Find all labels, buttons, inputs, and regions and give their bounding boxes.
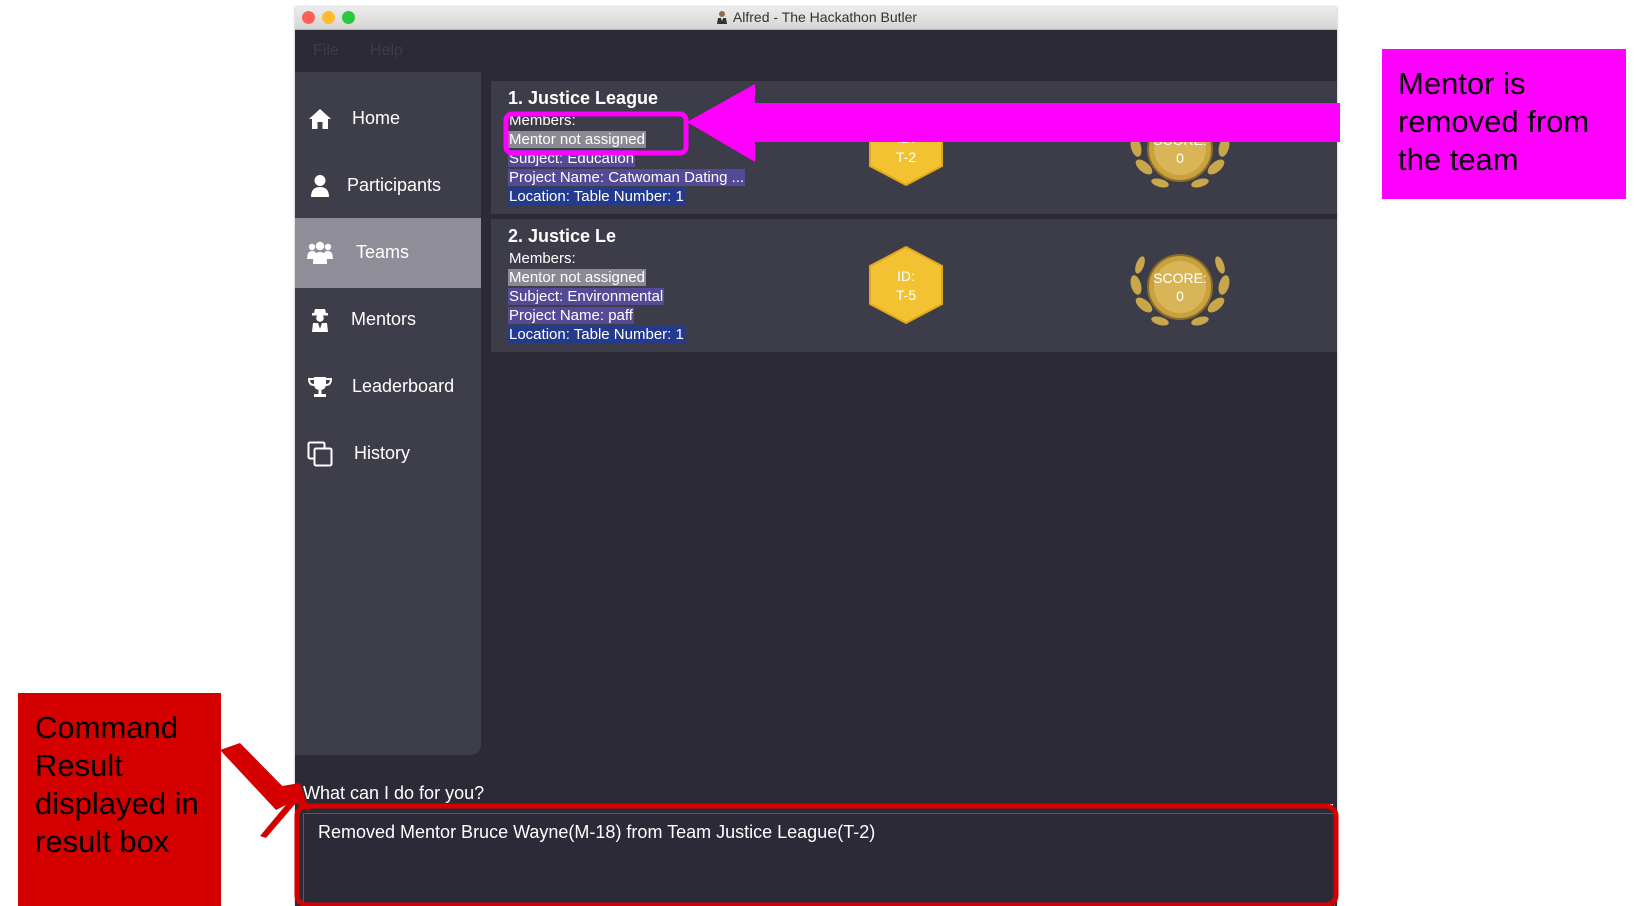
history-icon: [307, 441, 333, 467]
red-arrow-shaft: [220, 743, 296, 810]
menu-bar: File Help: [295, 30, 1337, 72]
sidebar-item-label: Leaderboard: [352, 376, 455, 396]
team-id-label: ID:: [897, 130, 915, 146]
team-name: 2. Justice Le: [508, 226, 617, 246]
mentor-icon: [312, 309, 328, 332]
score-label: SCORE:: [1153, 270, 1207, 286]
team-location: Location: Table Number: 1: [508, 326, 685, 343]
menu-help[interactable]: Help: [370, 42, 403, 60]
mentor-removed-callout: Mentor is removed from the team: [1382, 49, 1626, 199]
app-window: Alfred - The Hackathon Butler File Help …: [295, 7, 1337, 906]
sidebar-item-teams[interactable]: Teams: [295, 218, 481, 288]
result-text: Removed Mentor Bruce Wayne(M-18) from Te…: [318, 822, 876, 842]
team-id-badge: ID: T-2: [869, 107, 943, 187]
sidebar-item-label: Participants: [347, 175, 442, 195]
mentor-removed-callout-text: Mentor is removed from the team: [1398, 66, 1590, 177]
window-title: Alfred - The Hackathon Butler: [295, 9, 1337, 25]
team-id-value: T-2: [896, 149, 916, 165]
team-mentor: Mentor not assigned: [508, 131, 646, 148]
team-subject: Subject: Education: [508, 150, 636, 167]
team-id-value: T-5: [896, 287, 916, 303]
sidebar-item-label: Home: [352, 108, 401, 128]
sidebar-item-participants[interactable]: Participants: [295, 151, 481, 221]
team-list[interactable]: 1. Justice League Members: Mentor not as…: [481, 72, 1337, 755]
sidebar-item-label: Teams: [356, 242, 410, 262]
team-id-badge: ID: T-5: [869, 245, 943, 325]
score-value: 0: [1176, 288, 1184, 304]
butler-icon: [716, 11, 727, 24]
score-label: SCORE:: [1153, 132, 1207, 148]
result-box[interactable]: Removed Mentor Bruce Wayne(M-18) from Te…: [303, 813, 1335, 906]
home-icon: [309, 109, 331, 129]
team-location: Location: Table Number: 1: [508, 188, 685, 205]
sidebar-item-label: Mentors: [351, 309, 417, 329]
score-value: 0: [1176, 150, 1184, 166]
team-members: Members:: [509, 250, 576, 267]
score-medal: SCORE: 0: [1130, 254, 1230, 326]
team-project: Project Name: Catwoman Dating ...: [508, 169, 746, 186]
command-result-callout: Command Result displayed in result box: [18, 693, 221, 906]
team-mentor: Mentor not assigned: [508, 269, 646, 286]
score-medal: SCORE: 0: [1130, 116, 1230, 188]
menu-file[interactable]: File: [313, 42, 339, 60]
team-card[interactable]: 2. Justice Le Members: Mentor not assign…: [491, 219, 1337, 352]
group-icon: [307, 241, 333, 264]
team-members: Members:: [509, 112, 576, 129]
command-prompt: What can I do for you?: [303, 783, 485, 803]
team-card[interactable]: 1. Justice League Members: Mentor not as…: [491, 81, 1337, 214]
command-result-callout-text: Command Result displayed in result box: [35, 710, 199, 859]
trophy-icon: [307, 377, 333, 397]
sidebar: Home Participants Teams Mentors Leaderbo…: [295, 72, 481, 755]
team-id-label: ID:: [897, 268, 915, 284]
sidebar-item-mentors[interactable]: Mentors: [295, 285, 481, 355]
window-title-text: Alfred - The Hackathon Butler: [732, 9, 918, 25]
command-input-line[interactable]: [303, 804, 1333, 807]
sidebar-item-label: History: [354, 443, 411, 463]
sidebar-item-home[interactable]: Home: [295, 84, 481, 154]
team-name: 1. Justice League: [508, 88, 659, 108]
team-project: Project Name: paff: [508, 307, 634, 324]
sidebar-item-leaderboard[interactable]: Leaderboard: [295, 352, 481, 422]
person-icon: [311, 175, 329, 197]
team-subject: Subject: Environmental: [508, 288, 665, 305]
sidebar-item-history[interactable]: History: [295, 419, 481, 489]
title-bar: Alfred - The Hackathon Butler: [295, 7, 1337, 30]
